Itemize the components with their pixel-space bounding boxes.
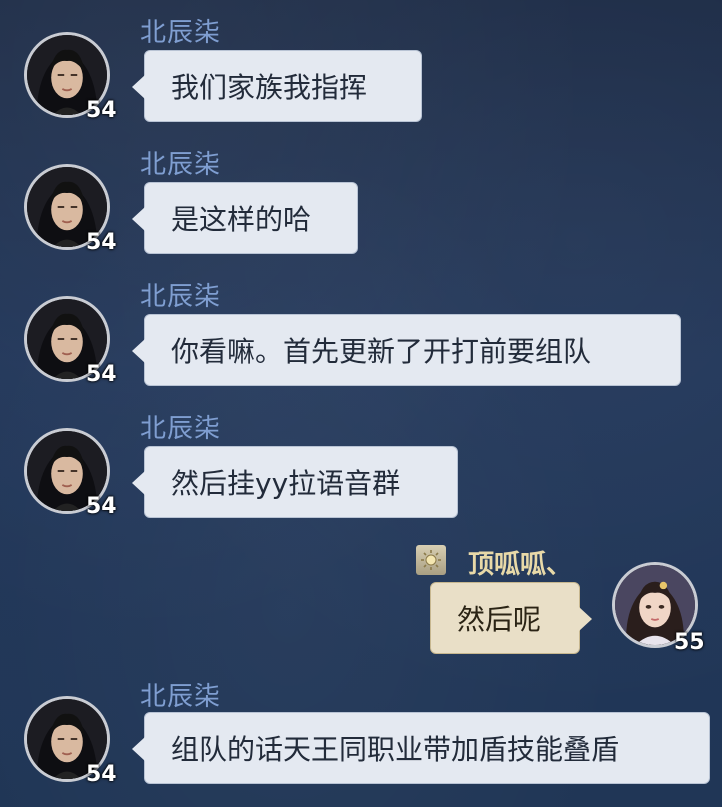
level-badge: 54	[86, 362, 117, 387]
chat-message: 北辰柒 54 是这样的哈	[0, 132, 722, 255]
chat-bubble[interactable]: 你看嘛。首先更新了开打前要组队	[132, 314, 681, 386]
chat-bubble[interactable]: 是这样的哈	[132, 182, 358, 254]
sender-name[interactable]: 北辰柒	[140, 408, 221, 445]
message-text: 然后挂yy拉语音群	[171, 467, 401, 500]
chat-bubble[interactable]: 组队的话天王同职业带加盾技能叠盾	[132, 712, 710, 784]
message-text: 然后呢	[457, 603, 542, 636]
chat-message: 北辰柒 54 你看嘛。首先更新了开打前要组队	[0, 264, 722, 387]
level-badge: 54	[86, 762, 117, 787]
level-badge: 55	[674, 630, 705, 655]
chat-message: 顶呱呱、 55 然后呢	[0, 528, 722, 655]
sender-name[interactable]: 北辰柒	[140, 676, 221, 713]
level-badge: 54	[86, 494, 117, 519]
level-badge: 54	[86, 98, 117, 123]
chat-bubble[interactable]: 然后挂yy拉语音群	[132, 446, 458, 518]
chat-bubble[interactable]: 然后呢	[430, 582, 592, 654]
message-text: 是这样的哈	[171, 203, 312, 236]
sender-name[interactable]: 顶呱呱、	[468, 544, 572, 581]
message-text: 组队的话天王同职业带加盾技能叠盾	[171, 733, 620, 766]
message-text: 你看嘛。首先更新了开打前要组队	[171, 335, 592, 368]
chat-bubble[interactable]: 我们家族我指挥	[132, 50, 422, 122]
message-text: 我们家族我指挥	[171, 71, 368, 104]
sender-name[interactable]: 北辰柒	[140, 12, 221, 49]
sun-icon	[416, 545, 446, 575]
chat-message: 北辰柒 54 组队的话天王同职业带加盾技能叠盾	[0, 664, 722, 787]
chat-message: 北辰柒 54 我们家族我指挥	[0, 0, 722, 123]
sender-name[interactable]: 北辰柒	[140, 144, 221, 181]
chat-message: 北辰柒 54 然后挂yy拉语音群	[0, 396, 722, 519]
sender-name[interactable]: 北辰柒	[140, 276, 221, 313]
level-badge: 54	[86, 230, 117, 255]
